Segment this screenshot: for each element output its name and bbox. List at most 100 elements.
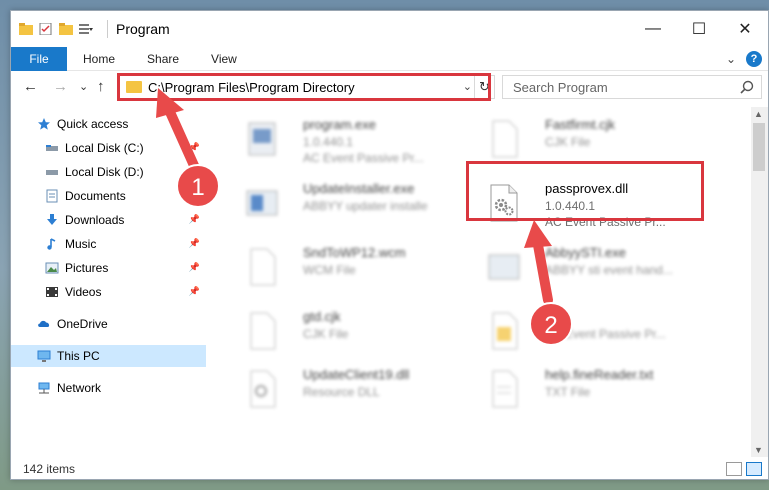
search-icon[interactable]: [739, 79, 755, 95]
text-file-icon: [492, 370, 518, 408]
scroll-up-icon[interactable]: ▲: [754, 109, 763, 119]
details-view-icon[interactable]: [726, 462, 742, 476]
nav-item-documents[interactable]: Documents: [11, 185, 206, 207]
nav-item-downloads[interactable]: Downloads 📌: [11, 209, 206, 231]
star-icon: [38, 118, 50, 130]
pin-icon[interactable]: 📌: [189, 262, 200, 273]
generic-file-icon: [492, 120, 518, 158]
scroll-thumb[interactable]: [753, 123, 765, 171]
pin-icon[interactable]: 📌: [189, 238, 200, 249]
file-name: eb...: [545, 309, 571, 324]
navigation-pane: Quick access Local Disk (C:) 📌 Local Dis…: [11, 107, 206, 457]
address-row: ← → ⌄ ↑ C:\Program Files\Program Directo…: [11, 72, 768, 102]
view-buttons: [726, 462, 762, 476]
tab-view[interactable]: View: [195, 52, 253, 66]
file-detail: CJK File: [303, 327, 349, 341]
nav-item-videos[interactable]: Videos 📌: [11, 281, 206, 303]
nav-label: Pictures: [65, 261, 109, 275]
pin-icon[interactable]: 📌: [189, 142, 200, 153]
vertical-scrollbar[interactable]: ▲ ▼: [751, 107, 768, 457]
file-name: gtd.cjk: [303, 309, 341, 324]
pin-icon[interactable]: 📌: [189, 214, 200, 225]
file-detail: ABBYY sti event hand...: [545, 263, 673, 277]
file-name: Fastfirmt.cjk: [545, 117, 616, 132]
maximize-button[interactable]: ☐: [676, 11, 722, 47]
close-button[interactable]: ✕: [722, 11, 768, 47]
tab-share[interactable]: Share: [131, 52, 195, 66]
drive-icon: [46, 170, 58, 175]
nav-label: Downloads: [65, 213, 125, 227]
file-detail: Resource DLL: [303, 385, 380, 399]
window-controls: — ☐ ✕: [630, 11, 768, 47]
nav-label: OneDrive: [57, 317, 108, 331]
nav-item-local-disk-d[interactable]: Local Disk (D:): [11, 161, 206, 183]
nav-item-onedrive[interactable]: OneDrive: [11, 313, 206, 335]
file-detail: 1.0.440.1: [303, 135, 354, 149]
ribbon-tabs: File Home Share View ⌄ ?: [11, 46, 768, 71]
pictures-icon: [45, 262, 59, 274]
help-icon[interactable]: ?: [746, 51, 762, 67]
file-item[interactable]: eb... AC Event Passive Pr...: [469, 305, 709, 365]
cloud-icon: [38, 320, 50, 327]
generic-file-icon: [250, 312, 276, 350]
minimize-button[interactable]: —: [630, 11, 676, 47]
ribbon-right: ⌄ ?: [726, 51, 762, 67]
nav-label: Documents: [65, 189, 126, 203]
nav-label: Local Disk (D:): [65, 165, 144, 179]
scroll-down-icon[interactable]: ▼: [754, 445, 763, 455]
nav-item-pictures[interactable]: Pictures 📌: [11, 257, 206, 279]
file-name: help.fineReader.txt: [545, 367, 654, 382]
back-button[interactable]: ←: [23, 78, 38, 95]
new-folder-icon[interactable]: [59, 23, 73, 35]
tab-home[interactable]: Home: [67, 52, 131, 66]
computer-icon: [37, 350, 51, 362]
music-icon: [47, 238, 56, 250]
nav-item-local-disk-c[interactable]: Local Disk (C:) 📌: [11, 137, 206, 159]
documents-icon: [46, 189, 58, 203]
explorer-window: Program — ☐ ✕ File Home Share View ⌄ ? ←…: [10, 10, 769, 480]
nav-item-music[interactable]: Music 📌: [11, 233, 206, 255]
search-box[interactable]: Search Program: [502, 75, 762, 99]
file-detail: AC Event Passive Pr...: [545, 327, 666, 341]
nav-item-this-pc[interactable]: This PC: [11, 345, 206, 367]
pin-icon[interactable]: 📌: [189, 286, 200, 297]
forward-button[interactable]: →: [53, 78, 68, 95]
file-item[interactable]: UpdateInstaller.exe ABBYY updater instal…: [227, 177, 467, 237]
installer-file-icon: [246, 190, 278, 216]
exe-file-icon: [248, 122, 276, 156]
file-item[interactable]: UpdateClient19.dll Resource DLL: [227, 363, 467, 423]
file-name: program.exe: [303, 117, 376, 132]
recent-locations-button[interactable]: ⌄: [79, 80, 88, 93]
nav-item-quick-access[interactable]: Quick access: [11, 113, 206, 135]
quick-access-toolbar: [11, 23, 93, 35]
videos-icon: [46, 287, 58, 297]
tiles-view-icon[interactable]: [746, 462, 762, 476]
file-detail: AC Event Passive Pr...: [303, 151, 424, 165]
file-item[interactable]: gtd.cjk CJK File: [227, 305, 467, 365]
nav-label: This PC: [57, 349, 100, 363]
folder-file-icon: [492, 312, 518, 350]
address-highlight-box: [117, 73, 491, 101]
search-input[interactable]: Search Program: [513, 80, 608, 95]
file-item[interactable]: SndToWP12.wcm WCM File: [227, 241, 467, 301]
nav-label: Music: [65, 237, 97, 251]
file-item[interactable]: help.fineReader.txt TXT File: [469, 363, 709, 423]
nav-label: Local Disk (C:): [65, 141, 144, 155]
file-name: SndToWP12.wcm: [303, 245, 406, 260]
window-title: Program: [107, 20, 170, 38]
title-bar: Program — ☐ ✕: [11, 11, 768, 47]
file-name: UpdateClient19.dll: [303, 367, 410, 382]
up-button[interactable]: ↑: [97, 78, 105, 95]
tab-file[interactable]: File: [11, 46, 67, 71]
folder-icon[interactable]: [19, 23, 33, 35]
file-highlight-box: [466, 161, 704, 221]
file-detail: WCM File: [303, 263, 356, 277]
customize-qat-icon[interactable]: [79, 23, 93, 35]
file-list: program.exe 1.0.440.1 AC Event Passive P…: [217, 107, 741, 457]
file-item[interactable]: program.exe 1.0.440.1 AC Event Passive P…: [227, 113, 467, 173]
file-item[interactable]: AbbyySTI.exe ABBYY sti event hand...: [469, 241, 709, 301]
nav-item-network[interactable]: Network: [11, 377, 206, 399]
properties-icon[interactable]: [39, 23, 53, 35]
expand-ribbon-icon[interactable]: ⌄: [726, 52, 736, 66]
nav-label: Network: [57, 381, 102, 395]
